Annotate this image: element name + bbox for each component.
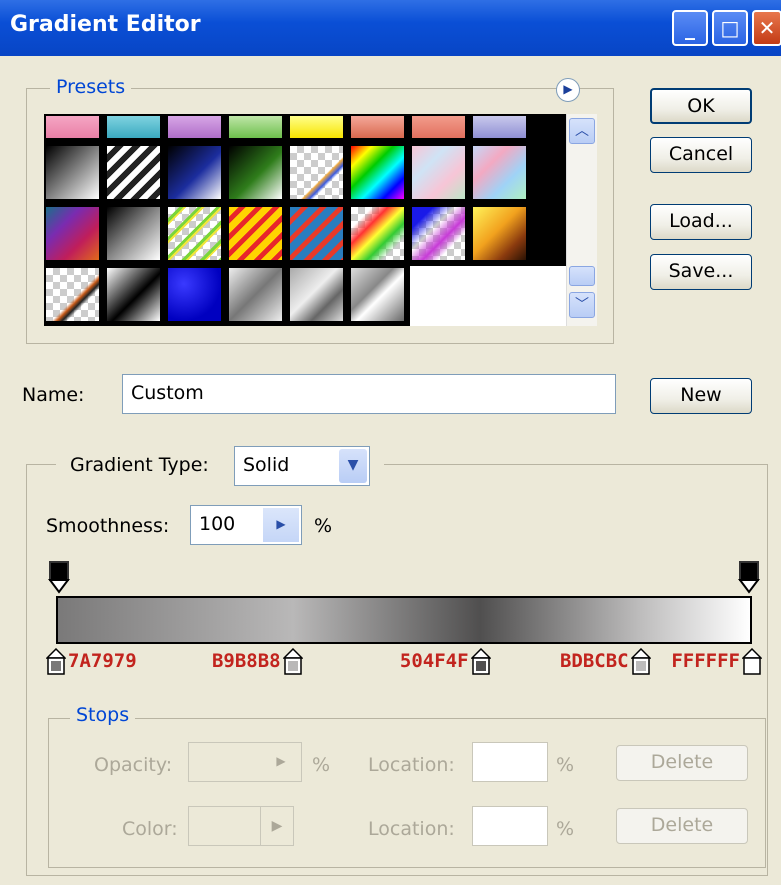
title-bar: Gradient Editor _ □ ✕: [0, 0, 781, 56]
color-stop-hex-label: B9B8B8: [211, 650, 281, 672]
opacity-stop-right[interactable]: [738, 560, 762, 594]
preset-swatch[interactable]: [227, 144, 284, 201]
preset-swatch[interactable]: [44, 266, 101, 323]
preset-swatch[interactable]: [44, 144, 101, 201]
opacity-location-percent: %: [556, 754, 575, 776]
opacity-stop-left[interactable]: [48, 560, 72, 594]
smoothness-value: 100: [199, 513, 236, 535]
preset-swatch[interactable]: [105, 144, 162, 201]
color-stop-hex-label: 7A7979: [68, 650, 137, 672]
preset-swatch[interactable]: [227, 266, 284, 323]
preset-swatch[interactable]: [166, 205, 223, 262]
opacity-input: ▶: [188, 742, 302, 782]
name-input[interactable]: Custom: [122, 374, 616, 414]
gradient-preview-bar[interactable]: [56, 596, 752, 644]
opacity-arrow-icon: ▶: [276, 754, 286, 768]
color-arrow-icon: ▶: [260, 807, 293, 845]
color-stop-marker[interactable]: [46, 648, 66, 676]
preset-swatch[interactable]: [227, 205, 284, 262]
preset-swatch[interactable]: [105, 205, 162, 262]
close-icon: ✕: [758, 16, 776, 40]
preset-swatch[interactable]: [349, 144, 406, 201]
maximize-icon: □: [720, 16, 740, 40]
preset-swatch[interactable]: [227, 114, 284, 140]
smoothness-label: Smoothness:: [46, 515, 170, 537]
opacity-location-label: Location:: [368, 754, 455, 776]
smoothness-arrow-icon[interactable]: ▶: [263, 508, 299, 542]
presets-legend: Presets: [50, 76, 132, 98]
preset-swatch[interactable]: [410, 205, 467, 262]
empty-swatch-area: [410, 266, 566, 326]
gradient-type-value: Solid: [243, 454, 290, 476]
maximize-button[interactable]: □: [712, 10, 748, 46]
load-button[interactable]: Load...: [650, 204, 752, 240]
scroll-thumb[interactable]: [569, 266, 595, 286]
opacity-percent: %: [312, 754, 331, 776]
preset-swatch[interactable]: [44, 114, 101, 140]
opacity-label: Opacity:: [94, 754, 173, 776]
preset-swatch[interactable]: [166, 266, 223, 323]
scroll-up-icon[interactable]: ︿: [569, 118, 595, 144]
preset-swatch[interactable]: [288, 114, 345, 140]
preset-swatch[interactable]: [105, 114, 162, 140]
close-button[interactable]: ✕: [752, 10, 781, 46]
gradient-type-select[interactable]: Solid ▼: [234, 446, 370, 486]
preset-swatch[interactable]: [166, 144, 223, 201]
color-location-label: Location:: [368, 818, 455, 840]
cancel-button[interactable]: Cancel: [650, 137, 752, 173]
circle-arrow-icon[interactable]: ▶: [556, 78, 580, 102]
color-swatch-input: ▶: [188, 806, 294, 846]
minimize-icon: _: [685, 16, 695, 40]
window-title: Gradient Editor: [10, 12, 201, 37]
color-location-input: [472, 806, 548, 846]
name-label: Name:: [22, 384, 85, 406]
preset-swatch[interactable]: [349, 114, 406, 140]
preset-swatch[interactable]: [471, 205, 528, 262]
preset-swatch[interactable]: [44, 205, 101, 262]
chevron-down-icon[interactable]: ▼: [339, 449, 367, 483]
preset-swatch[interactable]: [166, 114, 223, 140]
scroll-down-icon[interactable]: ﹀: [569, 292, 595, 318]
color-stop-hex-label: 504F4F: [399, 650, 469, 672]
delete-color-stop-button: Delete: [616, 808, 748, 844]
stops-group: [48, 718, 766, 868]
color-label: Color:: [122, 818, 178, 840]
delete-opacity-stop-button: Delete: [616, 745, 748, 781]
save-button[interactable]: Save...: [650, 254, 752, 290]
new-button[interactable]: New: [650, 378, 752, 414]
color-stop-marker[interactable]: [470, 648, 491, 676]
presets-scrollbar[interactable]: ︿ ﹀: [566, 114, 597, 326]
color-stop-hex-label: FFFFFF: [671, 650, 740, 672]
color-stop-hex-label: BDBCBC: [559, 650, 629, 672]
preset-swatch[interactable]: [410, 114, 467, 140]
preset-swatch[interactable]: [349, 205, 406, 262]
preset-swatch[interactable]: [288, 205, 345, 262]
ok-button[interactable]: OK: [650, 88, 752, 124]
color-stop-marker[interactable]: [630, 648, 651, 676]
preset-swatch[interactable]: [105, 266, 162, 323]
gradient-type-label: Gradient Type:: [70, 454, 209, 476]
preset-swatch[interactable]: [288, 144, 345, 201]
preset-swatch[interactable]: [349, 266, 406, 323]
smoothness-input[interactable]: 100 ▶: [190, 505, 302, 545]
color-stop-marker[interactable]: [742, 648, 762, 676]
color-location-percent: %: [556, 818, 575, 840]
color-stop-marker[interactable]: [282, 648, 303, 676]
preset-swatch-grid: [44, 114, 566, 326]
smoothness-unit: %: [314, 515, 333, 537]
preset-swatch[interactable]: [471, 144, 528, 201]
preset-swatch[interactable]: [410, 144, 467, 201]
minimize-button[interactable]: _: [672, 10, 708, 46]
opacity-location-input: [472, 742, 548, 782]
stops-legend: Stops: [70, 704, 136, 726]
preset-swatch[interactable]: [288, 266, 345, 323]
preset-swatch[interactable]: [471, 114, 528, 140]
